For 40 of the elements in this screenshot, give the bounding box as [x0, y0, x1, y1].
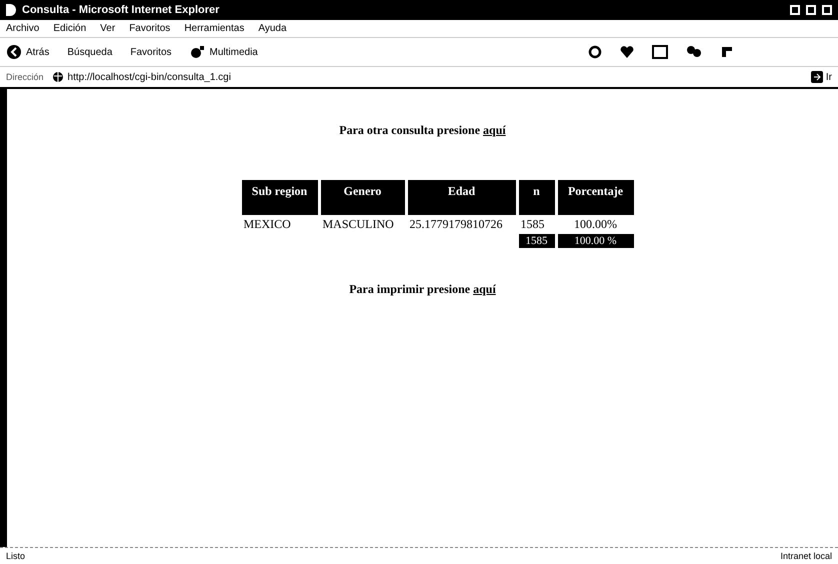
link[interactable]: aquí	[473, 282, 496, 296]
table-cell-text: 100.00%	[573, 217, 618, 232]
total-cell: 100.00 %	[558, 234, 634, 248]
column-header: n	[518, 180, 554, 215]
window-title: Consulta - Microsoft Internet Explorer	[22, 4, 220, 16]
column-header: Genero	[320, 180, 404, 215]
table-cell-text: 1585	[520, 217, 546, 232]
toolbar-button[interactable]: Atrás	[6, 44, 50, 60]
maximize-button[interactable]	[806, 5, 816, 15]
address-label: Dirección	[6, 72, 44, 82]
menu-item[interactable]: Herramientas	[184, 23, 244, 34]
menu-item[interactable]: Ver	[100, 23, 116, 34]
toolbar-button[interactable]: Búsqueda	[67, 46, 112, 58]
heart-icon[interactable]	[620, 45, 634, 59]
menu-item[interactable]: Favoritos	[129, 23, 170, 34]
toolbar-button[interactable]: Multimedia	[190, 45, 258, 59]
link[interactable]: aquí	[483, 123, 506, 137]
refresh-icon[interactable]	[588, 45, 602, 59]
window-icon[interactable]	[652, 45, 668, 59]
zone-text: Intranet local	[780, 551, 832, 561]
table-cell-text: 25.1779179810726	[408, 217, 504, 232]
close-button[interactable]	[822, 5, 832, 15]
browser-icon	[6, 4, 16, 16]
status-text: Listo	[6, 551, 26, 561]
column-header: Porcentaje	[558, 180, 634, 215]
address-field[interactable]: http://localhost/cgi-bin/consulta_1.cgi	[52, 71, 803, 83]
total-cell: 1585	[518, 234, 554, 248]
column-header: Edad	[408, 180, 516, 215]
table-cell-text: MEXICO	[242, 217, 292, 232]
menu-item[interactable]: Ayuda	[258, 23, 287, 34]
media-icon	[190, 45, 206, 59]
people-icon[interactable]	[686, 45, 702, 59]
column-header: Sub region	[242, 180, 318, 215]
toolbar-button[interactable]: Favoritos	[130, 46, 172, 58]
minimize-button[interactable]	[790, 5, 800, 15]
instruction-text: Para otra consulta presione aquí	[339, 123, 506, 138]
menu-item[interactable]: Edición	[53, 23, 86, 34]
menu-item[interactable]: Archivo	[6, 23, 40, 34]
table-cell-text: MASCULINO	[322, 217, 395, 232]
instruction-text: Para imprimir presione aquí	[349, 282, 496, 297]
